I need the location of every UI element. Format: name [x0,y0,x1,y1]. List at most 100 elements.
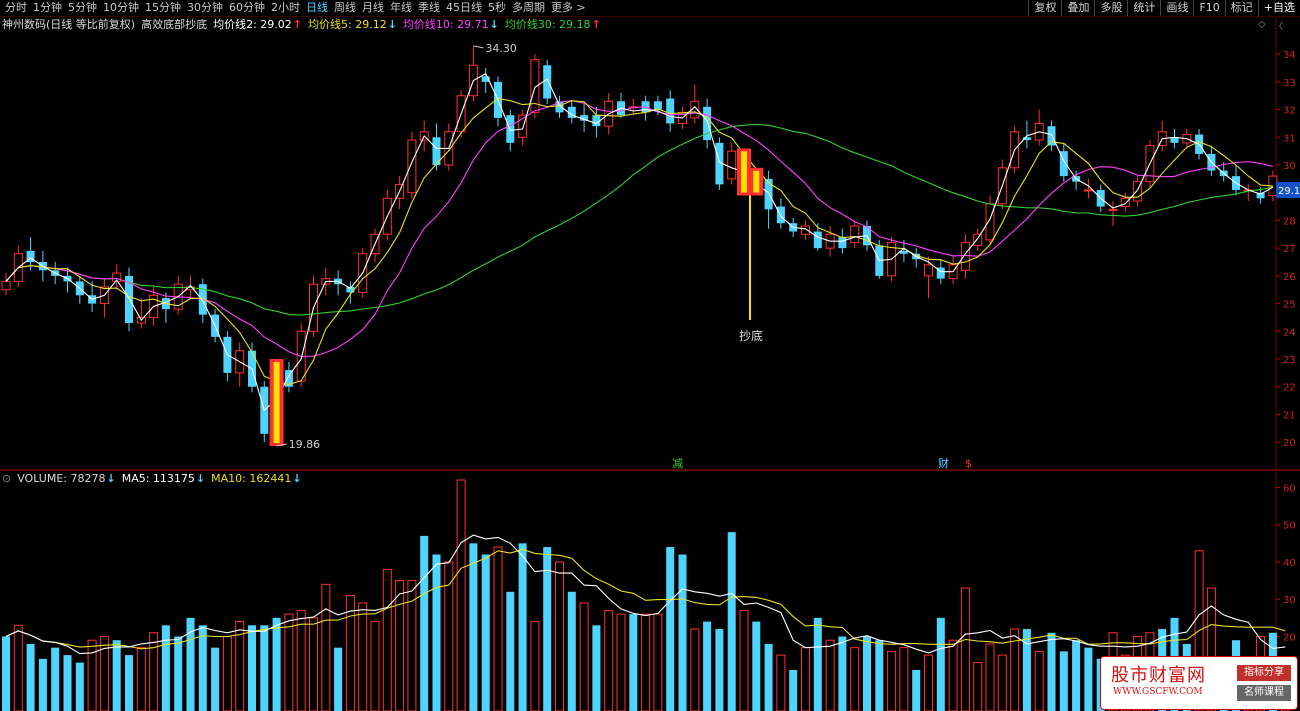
volume-bar-51 [629,614,638,711]
price-tick-label-12: 22 [1283,383,1296,394]
volume-bar-85 [1047,632,1056,711]
candle-body-69 [850,225,860,244]
volume-bar-43 [530,621,540,711]
volume-bar-18 [222,635,232,711]
volume-bar-7 [87,639,97,711]
volume-bar-1 [13,624,23,711]
ma2-line [5,72,1274,412]
volume-bar-69 [850,647,860,711]
volume-bar-68 [838,636,847,711]
volume-bar-78 [960,587,970,711]
volume-bar-4 [51,647,60,711]
signal-bar-inner-2 [753,170,760,193]
volume-bar-79 [973,662,983,711]
volume-bar-58 [715,629,724,711]
event-marker-0: 减 [672,457,683,470]
volume-bar-28 [345,595,355,711]
vol-tick-label-4: 20 [1283,632,1296,643]
volume-bar-48 [592,625,601,711]
volume-bar-64 [789,670,798,711]
volume-bar-81 [997,654,1007,711]
price-tick-label-13: 21 [1283,410,1296,421]
price-tick-label-14: 20 [1283,438,1296,449]
watermark-url: WWW.GSCFW.COM [1113,687,1203,697]
candle-body-68 [838,237,847,249]
volume-bar-53 [653,613,663,711]
price-tick-label-0: 34 [1283,50,1296,61]
volume-bar-52 [641,613,651,711]
volume-bar-57 [703,621,712,711]
volume-bar-35 [432,554,441,711]
high-price-label: 34.30 [485,42,517,55]
volume-bar-83 [1022,629,1031,711]
volume-bar-16 [198,625,207,711]
volume-bar-87 [1072,640,1081,711]
low-price-label: 19.86 [289,438,321,451]
price-tick-label-6: 28 [1283,216,1296,227]
volume-bar-60 [739,609,749,711]
volume-bar-41 [506,591,515,711]
volume-bar-73 [899,647,909,711]
volume-bar-74 [912,670,921,711]
volume-bar-88 [1084,647,1093,711]
volume-bar-12 [149,632,159,711]
volume-bar-42 [518,543,527,711]
volume-bar-49 [604,609,614,711]
volume-bar-14 [174,636,183,711]
candle-body-85 [1047,126,1056,146]
volume-bar-76 [936,617,945,711]
volume-bar-38 [469,543,478,711]
volume-bar-59 [727,532,736,711]
volume-bar-3 [38,658,47,711]
volume-bar-54 [666,547,675,711]
volume-bar-66 [813,617,822,711]
candle-body-91 [1120,197,1130,208]
volume-bar-34 [420,535,429,711]
vol-tick-label-3: 30 [1283,595,1296,606]
candle-body-79 [973,233,983,246]
volume-bar-10 [125,655,133,711]
volume-bar-5 [63,655,72,711]
candle-body-33 [407,139,417,194]
volume-bar-50 [616,613,626,711]
volume-bar-47 [579,602,589,711]
current-price-label: 29.1 [1278,186,1300,197]
volume-bar-20 [248,625,256,711]
vol-tick-label-1: 50 [1283,521,1296,532]
price-tick-label-11: 23 [1283,355,1296,366]
candle-body-75 [924,264,933,277]
price-tick-label-3: 31 [1283,133,1296,144]
volume-bar-45 [555,561,564,711]
volume-bar-6 [75,662,84,711]
volume-bar-44 [543,547,552,711]
kline-chart[interactable]: 34333231302928272625242322212034.3019.86… [0,0,1300,711]
ma5-line [5,97,1273,386]
watermark-logo: 股市财富网 WWW.GSCFW.COM 指标分享 名师课程 [1100,656,1298,710]
candle-body-80 [985,203,995,241]
volume-bar-71 [875,640,884,711]
volume-bar-84 [1034,650,1044,711]
volume-bar-67 [825,639,835,711]
volume-bar-70 [863,636,871,711]
ma30-line [5,123,1274,316]
volume-bar-17 [211,647,220,711]
signal-bar-inner-1 [741,151,747,193]
watermark-badge-course: 名师课程 [1237,685,1291,701]
volume-bar-30 [370,621,380,711]
volume-bar-26 [321,583,331,711]
volume-bar-24 [296,609,306,711]
watermark-badge-share: 指标分享 [1237,665,1291,681]
volume-bar-2 [26,643,35,711]
candle-body-53 [653,101,662,110]
price-tick-label-7: 27 [1283,244,1296,255]
volume-bar-27 [334,647,343,711]
high-pointer [473,45,484,49]
volume-bar-21 [260,625,269,711]
volume-bar-25 [309,617,318,711]
price-tick-label-4: 30 [1283,161,1296,172]
volume-bar-37 [456,479,466,711]
event-marker-2: $ [965,457,972,470]
candle-body-0 [1,280,11,291]
price-tick-label-9: 25 [1283,300,1296,311]
signal-bar-inner-0 [273,362,280,444]
